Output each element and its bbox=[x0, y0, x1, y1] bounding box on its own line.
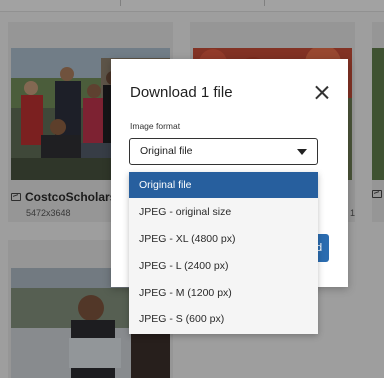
close-icon[interactable] bbox=[314, 85, 329, 100]
caret-down-icon bbox=[297, 149, 307, 155]
format-option-jpeg-original-size[interactable]: JPEG - original size bbox=[129, 199, 318, 225]
selected-format-text: Original file bbox=[140, 145, 193, 157]
format-option-jpeg-s[interactable]: JPEG - S (600 px) bbox=[129, 306, 318, 332]
image-format-label: Image format bbox=[130, 121, 181, 131]
format-option-original-file[interactable]: Original file bbox=[129, 172, 318, 198]
format-option-jpeg-xl[interactable]: JPEG - XL (4800 px) bbox=[129, 226, 318, 252]
format-option-jpeg-m[interactable]: JPEG - M (1200 px) bbox=[129, 280, 318, 306]
dialog-title: Download 1 file bbox=[130, 84, 233, 101]
format-option-jpeg-l[interactable]: JPEG - L (2400 px) bbox=[129, 253, 318, 279]
image-format-select[interactable]: Original file bbox=[129, 138, 318, 165]
format-dropdown-menu: Original file JPEG - original size JPEG … bbox=[129, 172, 318, 334]
download-button[interactable]: d bbox=[317, 234, 329, 262]
